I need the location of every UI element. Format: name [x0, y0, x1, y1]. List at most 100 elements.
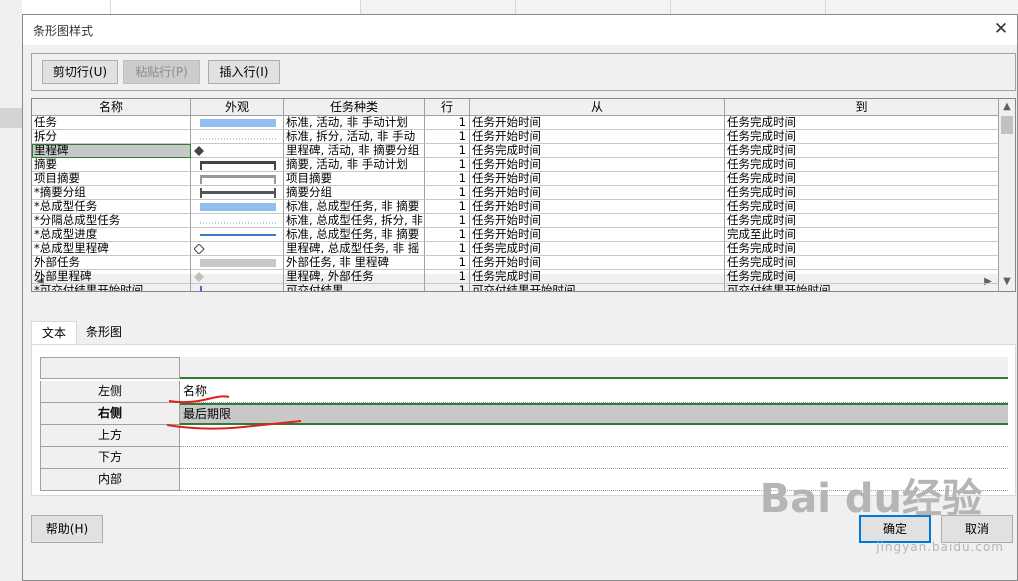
cell-to[interactable]: 任务完成时间 — [725, 158, 999, 172]
cell-row[interactable]: 1 — [425, 214, 470, 228]
cell-from[interactable]: 任务完成时间 — [470, 270, 725, 284]
scroll-up-icon[interactable]: ▲ — [999, 99, 1015, 115]
cell-kind[interactable]: 标准, 拆分, 活动, 非 手动 — [284, 130, 425, 144]
table-row[interactable]: 外部任务 外部任务, 非 里程碑 1 任务开始时间 任务完成时间 — [32, 256, 999, 270]
appearance-swatch[interactable] — [191, 284, 284, 291]
cell-from[interactable]: 任务开始时间 — [470, 186, 725, 200]
cell-kind[interactable]: 摘要, 活动, 非 手动计划 — [284, 158, 425, 172]
cell-kind[interactable]: 摘要分组 — [284, 186, 425, 200]
cell-name[interactable]: *摘要分组 — [32, 186, 191, 200]
column-header[interactable]: 从 — [470, 99, 725, 116]
cell-row[interactable]: 1 — [425, 284, 470, 291]
appearance-swatch[interactable] — [191, 270, 284, 284]
table-row[interactable]: *总成型进度 标准, 总成型任务, 非 摘要 1 任务开始时间 完成至此时间 — [32, 228, 999, 242]
cell-from[interactable]: 任务开始时间 — [470, 256, 725, 270]
cell-name[interactable]: *总成型里程碑 — [32, 242, 191, 256]
help-button[interactable]: 帮助(H) — [31, 515, 103, 543]
cell-kind[interactable]: 标准, 总成型任务, 非 摘要 — [284, 228, 425, 242]
cell-from[interactable]: 任务开始时间 — [470, 228, 725, 242]
scroll-thumb[interactable] — [1001, 116, 1013, 134]
appearance-swatch[interactable] — [191, 228, 284, 242]
column-header[interactable]: 到 — [725, 99, 999, 116]
cell-from[interactable]: 任务开始时间 — [470, 172, 725, 186]
appearance-swatch[interactable] — [191, 172, 284, 186]
cell-name[interactable]: 摘要 — [32, 158, 191, 172]
paste-row-button[interactable]: 粘贴行(P) — [123, 60, 200, 84]
cell-kind[interactable]: 标准, 活动, 非 手动计划 — [284, 116, 425, 130]
appearance-swatch[interactable] — [191, 256, 284, 270]
cell-to[interactable]: 任务完成时间 — [725, 200, 999, 214]
column-header[interactable]: 任务种类 — [284, 99, 425, 116]
cell-to[interactable]: 完成至此时间 — [725, 228, 999, 242]
appearance-swatch[interactable] — [191, 186, 284, 200]
cell-to[interactable]: 任务完成时间 — [725, 270, 999, 284]
cell-from[interactable]: 任务开始时间 — [470, 158, 725, 172]
cell-to[interactable]: 任务完成时间 — [725, 214, 999, 228]
cell-from[interactable]: 任务开始时间 — [470, 200, 725, 214]
cell-name[interactable]: *分隔总成型任务 — [32, 214, 191, 228]
appearance-swatch[interactable] — [191, 200, 284, 214]
cell-kind[interactable]: 项目摘要 — [284, 172, 425, 186]
cell-from[interactable]: 任务完成时间 — [470, 242, 725, 256]
cell-row[interactable]: 1 — [425, 228, 470, 242]
cell-name[interactable]: 外部里程碑 — [32, 270, 191, 284]
cell-row[interactable]: 1 — [425, 186, 470, 200]
table-row[interactable]: *总成型任务 标准, 总成型任务, 非 摘要 1 任务开始时间 任务完成时间 — [32, 200, 999, 214]
cell-to[interactable]: 任务完成时间 — [725, 186, 999, 200]
cell-kind[interactable]: 外部任务, 非 里程碑 — [284, 256, 425, 270]
cell-to[interactable]: 任务完成时间 — [725, 172, 999, 186]
cell-row[interactable]: 1 — [425, 130, 470, 144]
appearance-swatch[interactable] — [191, 130, 284, 144]
cell-kind[interactable]: 可交付结果 — [284, 284, 425, 291]
cell-name[interactable]: 项目摘要 — [32, 172, 191, 186]
tab-text[interactable]: 文本 — [31, 321, 77, 345]
close-icon[interactable]: ✕ — [991, 19, 1011, 39]
cell-row[interactable]: 1 — [425, 158, 470, 172]
appearance-swatch[interactable] — [191, 242, 284, 256]
cell-name[interactable]: 外部任务 — [32, 256, 191, 270]
cell-name[interactable]: 里程碑 — [32, 144, 191, 158]
cell-to[interactable]: 可交付结果开始时间 — [725, 284, 999, 291]
cell-name[interactable]: *总成型任务 — [32, 200, 191, 214]
insert-row-button[interactable]: 插入行(I) — [208, 60, 280, 84]
cell-row[interactable]: 1 — [425, 172, 470, 186]
cell-name[interactable]: *可交付结果开始时间 — [32, 284, 191, 291]
column-header[interactable]: 行 — [425, 99, 470, 116]
cell-to[interactable]: 任务完成时间 — [725, 256, 999, 270]
table-row[interactable]: 外部里程碑 里程碑, 外部任务 1 任务完成时间 任务完成时间 — [32, 270, 999, 284]
cell-name[interactable]: 任务 — [32, 116, 191, 130]
appearance-swatch[interactable] — [191, 214, 284, 228]
cell-row[interactable]: 1 — [425, 242, 470, 256]
column-header[interactable]: 名称 — [32, 99, 191, 116]
cell-to[interactable]: 任务完成时间 — [725, 144, 999, 158]
cell-row[interactable]: 1 — [425, 200, 470, 214]
table-row[interactable]: 任务 标准, 活动, 非 手动计划 1 任务开始时间 任务完成时间 — [32, 116, 999, 130]
appearance-swatch[interactable] — [191, 158, 284, 172]
cell-from[interactable]: 可交付结果开始时间 — [470, 284, 725, 291]
table-row[interactable]: *总成型里程碑 里程碑, 总成型任务, 非 摇 1 任务完成时间 任务完成时间 — [32, 242, 999, 256]
cell-to[interactable]: 任务完成时间 — [725, 116, 999, 130]
cell-to[interactable]: 任务完成时间 — [725, 242, 999, 256]
cell-row[interactable]: 1 — [425, 270, 470, 284]
cell-row[interactable]: 1 — [425, 144, 470, 158]
cell-name[interactable]: *总成型进度 — [32, 228, 191, 242]
table-row[interactable]: 摘要 摘要, 活动, 非 手动计划 1 任务开始时间 任务完成时间 — [32, 158, 999, 172]
cut-row-button[interactable]: 剪切行(U) — [42, 60, 118, 84]
cell-from[interactable]: 任务开始时间 — [470, 214, 725, 228]
cell-from[interactable]: 任务完成时间 — [470, 144, 725, 158]
cell-from[interactable]: 任务开始时间 — [470, 116, 725, 130]
cell-from[interactable]: 任务开始时间 — [470, 130, 725, 144]
vertical-scrollbar[interactable]: ▲ ▼ — [998, 99, 1015, 291]
table-row[interactable]: 项目摘要 项目摘要 1 任务开始时间 任务完成时间 — [32, 172, 999, 186]
cell-kind[interactable]: 里程碑, 活动, 非 摘要分组 — [284, 144, 425, 158]
cell-kind[interactable]: 里程碑, 总成型任务, 非 摇 — [284, 242, 425, 256]
table-row[interactable]: *摘要分组 摘要分组 1 任务开始时间 任务完成时间 — [32, 186, 999, 200]
appearance-swatch[interactable] — [191, 144, 284, 158]
cell-row[interactable]: 1 — [425, 116, 470, 130]
cell-to[interactable]: 任务完成时间 — [725, 130, 999, 144]
cell-row[interactable]: 1 — [425, 256, 470, 270]
cell-name[interactable]: 拆分 — [32, 130, 191, 144]
table-row[interactable]: *分隔总成型任务 标准, 总成型任务, 拆分, 非 1 任务开始时间 任务完成时间 — [32, 214, 999, 228]
appearance-swatch[interactable] — [191, 116, 284, 130]
cell-kind[interactable]: 标准, 总成型任务, 非 摘要 — [284, 200, 425, 214]
